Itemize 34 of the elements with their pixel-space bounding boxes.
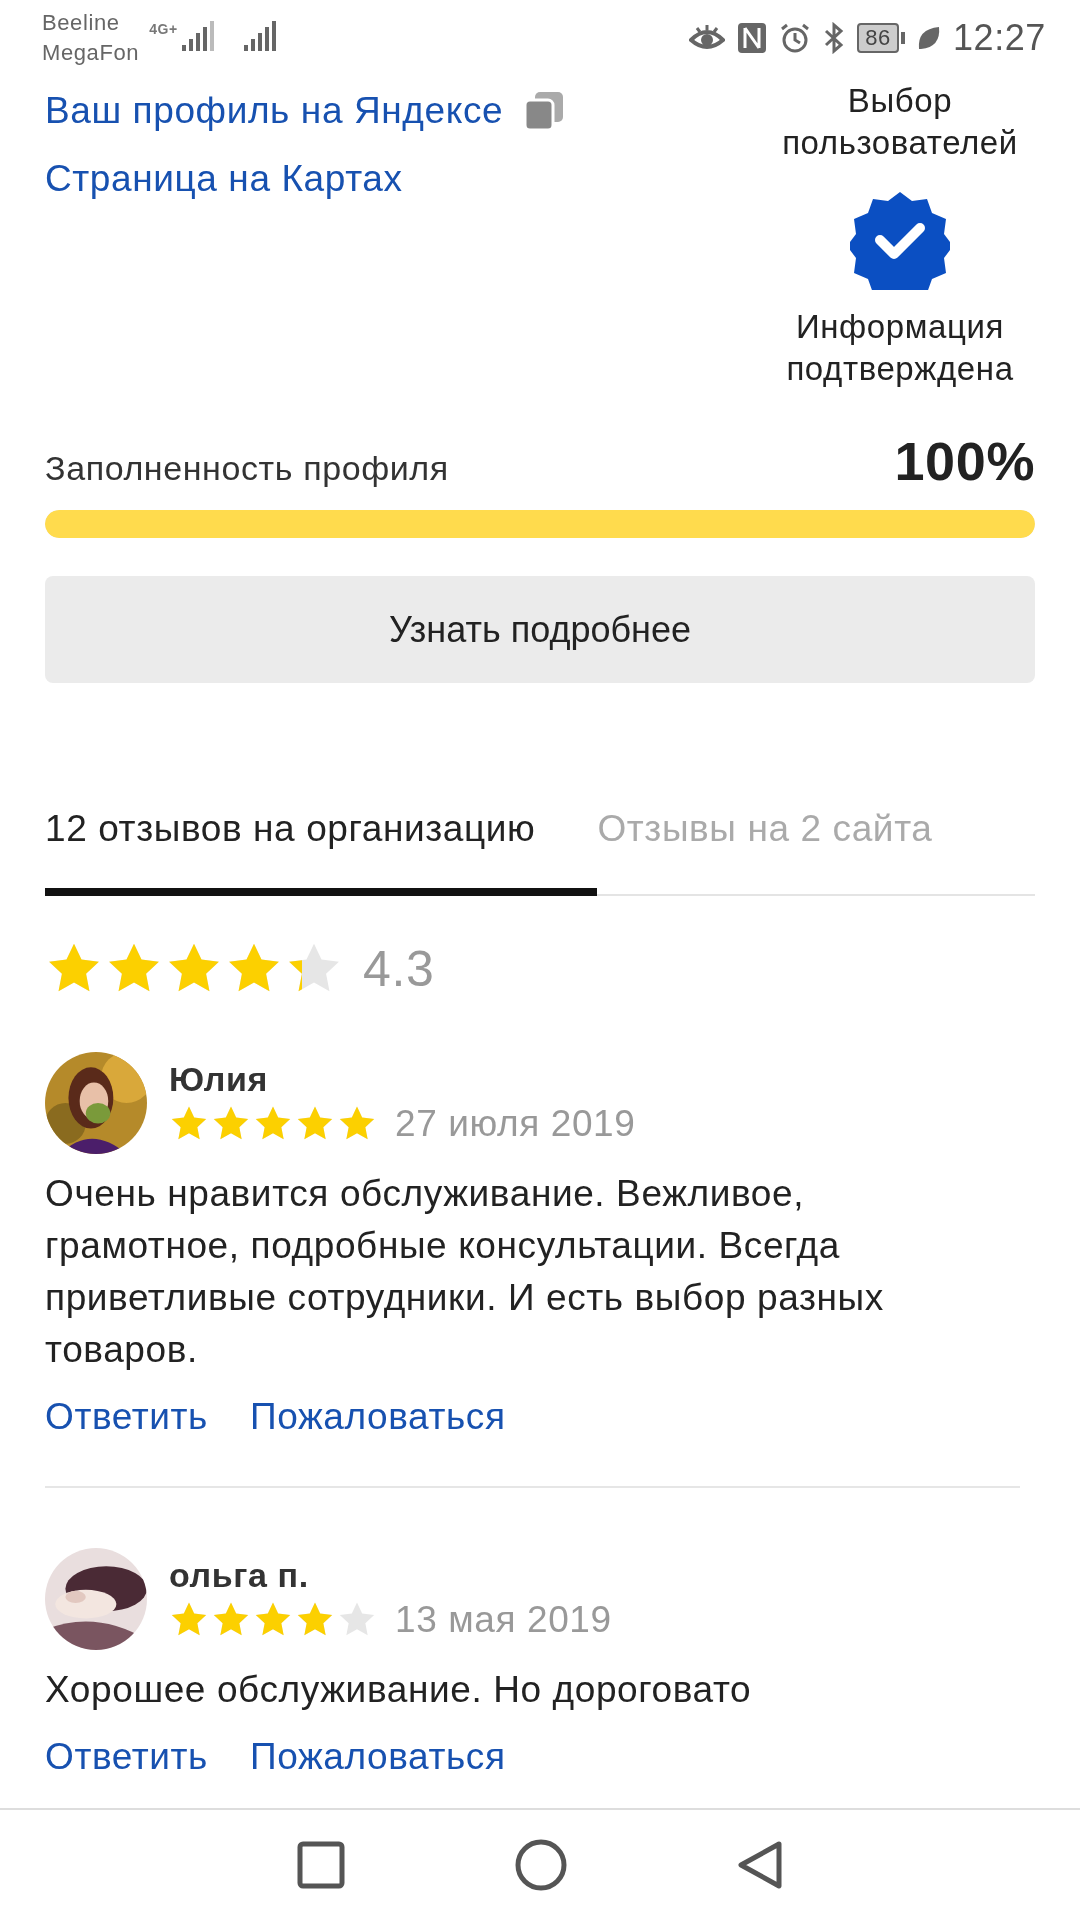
reviews-tab[interactable]: 12 отзывов на организацию	[45, 808, 598, 896]
author-name: Юлия	[169, 1060, 269, 1099]
completeness-label: Заполненность профиля	[45, 449, 449, 489]
nfc-icon	[737, 22, 768, 54]
verified-badge-icon	[850, 190, 950, 290]
profile-link[interactable]: Ваш профиль на Яндексе	[45, 90, 765, 132]
review-action-link[interactable]: Ответить	[45, 1736, 208, 1778]
review-text: Очень нравится обслуживание. Вежливое, грамотное, подробные консультации. Всегда приветливые сотрудники. И есть выбор разных товаров.	[45, 1172, 885, 1372]
clock-time: 12:27	[952, 17, 1046, 59]
review-text: Хорошее обслуживание. Но дороговато	[45, 1668, 753, 1712]
network-type: 4G+	[149, 21, 178, 37]
leaf-icon	[916, 25, 941, 51]
badge-caption: Выбор пользователей	[781, 81, 1019, 163]
battery-level: 86	[857, 23, 899, 53]
details-button[interactable]: Узнать подробнее	[45, 576, 1035, 683]
carrier-name: MegaFon	[42, 39, 140, 67]
profile-link[interactable]: Страница на Картах	[45, 158, 765, 200]
copy-icon[interactable]	[523, 90, 566, 132]
home-icon[interactable]	[515, 1839, 567, 1891]
alarm-icon	[779, 22, 812, 54]
author-name: ольга п.	[169, 1556, 310, 1595]
back-icon[interactable]	[737, 1840, 783, 1890]
review-date: 13 мая 2019	[395, 1599, 612, 1641]
completeness-value: 100%	[894, 430, 1035, 492]
eye-icon	[689, 24, 726, 52]
recents-icon[interactable]	[297, 1841, 345, 1889]
bluetooth-icon	[823, 22, 846, 54]
review-action-link[interactable]: Пожаловаться	[249, 1396, 506, 1438]
review-date: 27 июля 2019	[395, 1103, 636, 1145]
badge-caption: Информация подтверждена	[785, 307, 1015, 389]
review-action-link[interactable]: Ответить	[45, 1396, 208, 1438]
review-action-link[interactable]: Пожаловаться	[249, 1736, 506, 1778]
carrier-name: Beeline	[42, 9, 121, 37]
rating-value: 4.3	[363, 940, 435, 998]
